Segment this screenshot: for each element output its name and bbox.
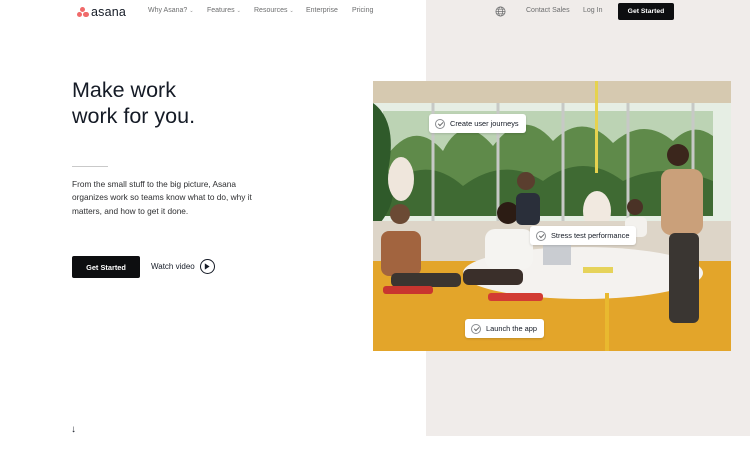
chip-label: Create user journeys xyxy=(450,119,519,128)
asana-logo[interactable]: asana xyxy=(76,5,126,19)
contact-sales-link[interactable]: Contact Sales xyxy=(526,7,570,14)
nav-resources-label: Resources xyxy=(254,7,288,14)
chip-label: Launch the app xyxy=(486,324,537,333)
contact-sales-label: Contact Sales xyxy=(526,7,570,14)
chip-label: Stress test performance xyxy=(551,231,630,240)
chevron-down-icon: ⌄ xyxy=(189,7,194,14)
hero-get-started-button[interactable]: Get Started xyxy=(72,256,140,278)
asana-logo-icon xyxy=(76,6,89,18)
log-in-label: Log In xyxy=(583,7,603,14)
nav-pricing-label: Pricing xyxy=(352,7,374,14)
chip-launch-the-app: Launch the app xyxy=(465,319,544,338)
nav-why-asana-label: Why Asana? xyxy=(148,7,188,14)
chevron-down-icon: ⌄ xyxy=(289,7,294,14)
nav-why-asana[interactable]: Why Asana? ⌄ xyxy=(148,7,194,14)
check-circle-icon xyxy=(435,118,445,129)
hero-title-line-1: Make work xyxy=(72,78,176,102)
hero-title: Make work work for you. xyxy=(72,77,322,129)
arrow-down-icon[interactable]: ↓ xyxy=(71,424,76,435)
globe-icon[interactable] xyxy=(495,6,506,17)
watch-video-label: Watch video xyxy=(151,262,195,271)
chip-create-user-journeys: Create user journeys xyxy=(429,114,526,133)
nav-resources[interactable]: Resources ⌄ xyxy=(254,7,294,14)
play-icon xyxy=(199,259,215,274)
nav-pricing[interactable]: Pricing xyxy=(352,7,373,14)
nav-features[interactable]: Features ⌄ xyxy=(207,7,241,14)
hero-divider xyxy=(72,166,108,167)
log-in-link[interactable]: Log In xyxy=(583,7,602,14)
hero-title-line-2: work for you. xyxy=(72,104,196,128)
hero-description: From the small stuff to the big picture,… xyxy=(72,179,252,216)
check-circle-icon xyxy=(536,230,546,241)
chip-stress-test-performance: Stress test performance xyxy=(530,226,637,245)
nav-features-label: Features xyxy=(207,7,235,14)
watch-video-button[interactable]: Watch video xyxy=(151,259,215,274)
chevron-down-icon: ⌄ xyxy=(236,7,241,14)
check-circle-icon xyxy=(471,323,481,334)
nav-get-started-button[interactable]: Get Started xyxy=(618,3,674,20)
nav-enterprise-label: Enterprise xyxy=(306,7,338,14)
office-scene-illustration xyxy=(373,81,731,351)
nav-enterprise[interactable]: Enterprise xyxy=(306,7,338,14)
logo-text: asana xyxy=(91,5,127,19)
hero-photo: Create user journeys Stress test perform… xyxy=(373,81,731,351)
